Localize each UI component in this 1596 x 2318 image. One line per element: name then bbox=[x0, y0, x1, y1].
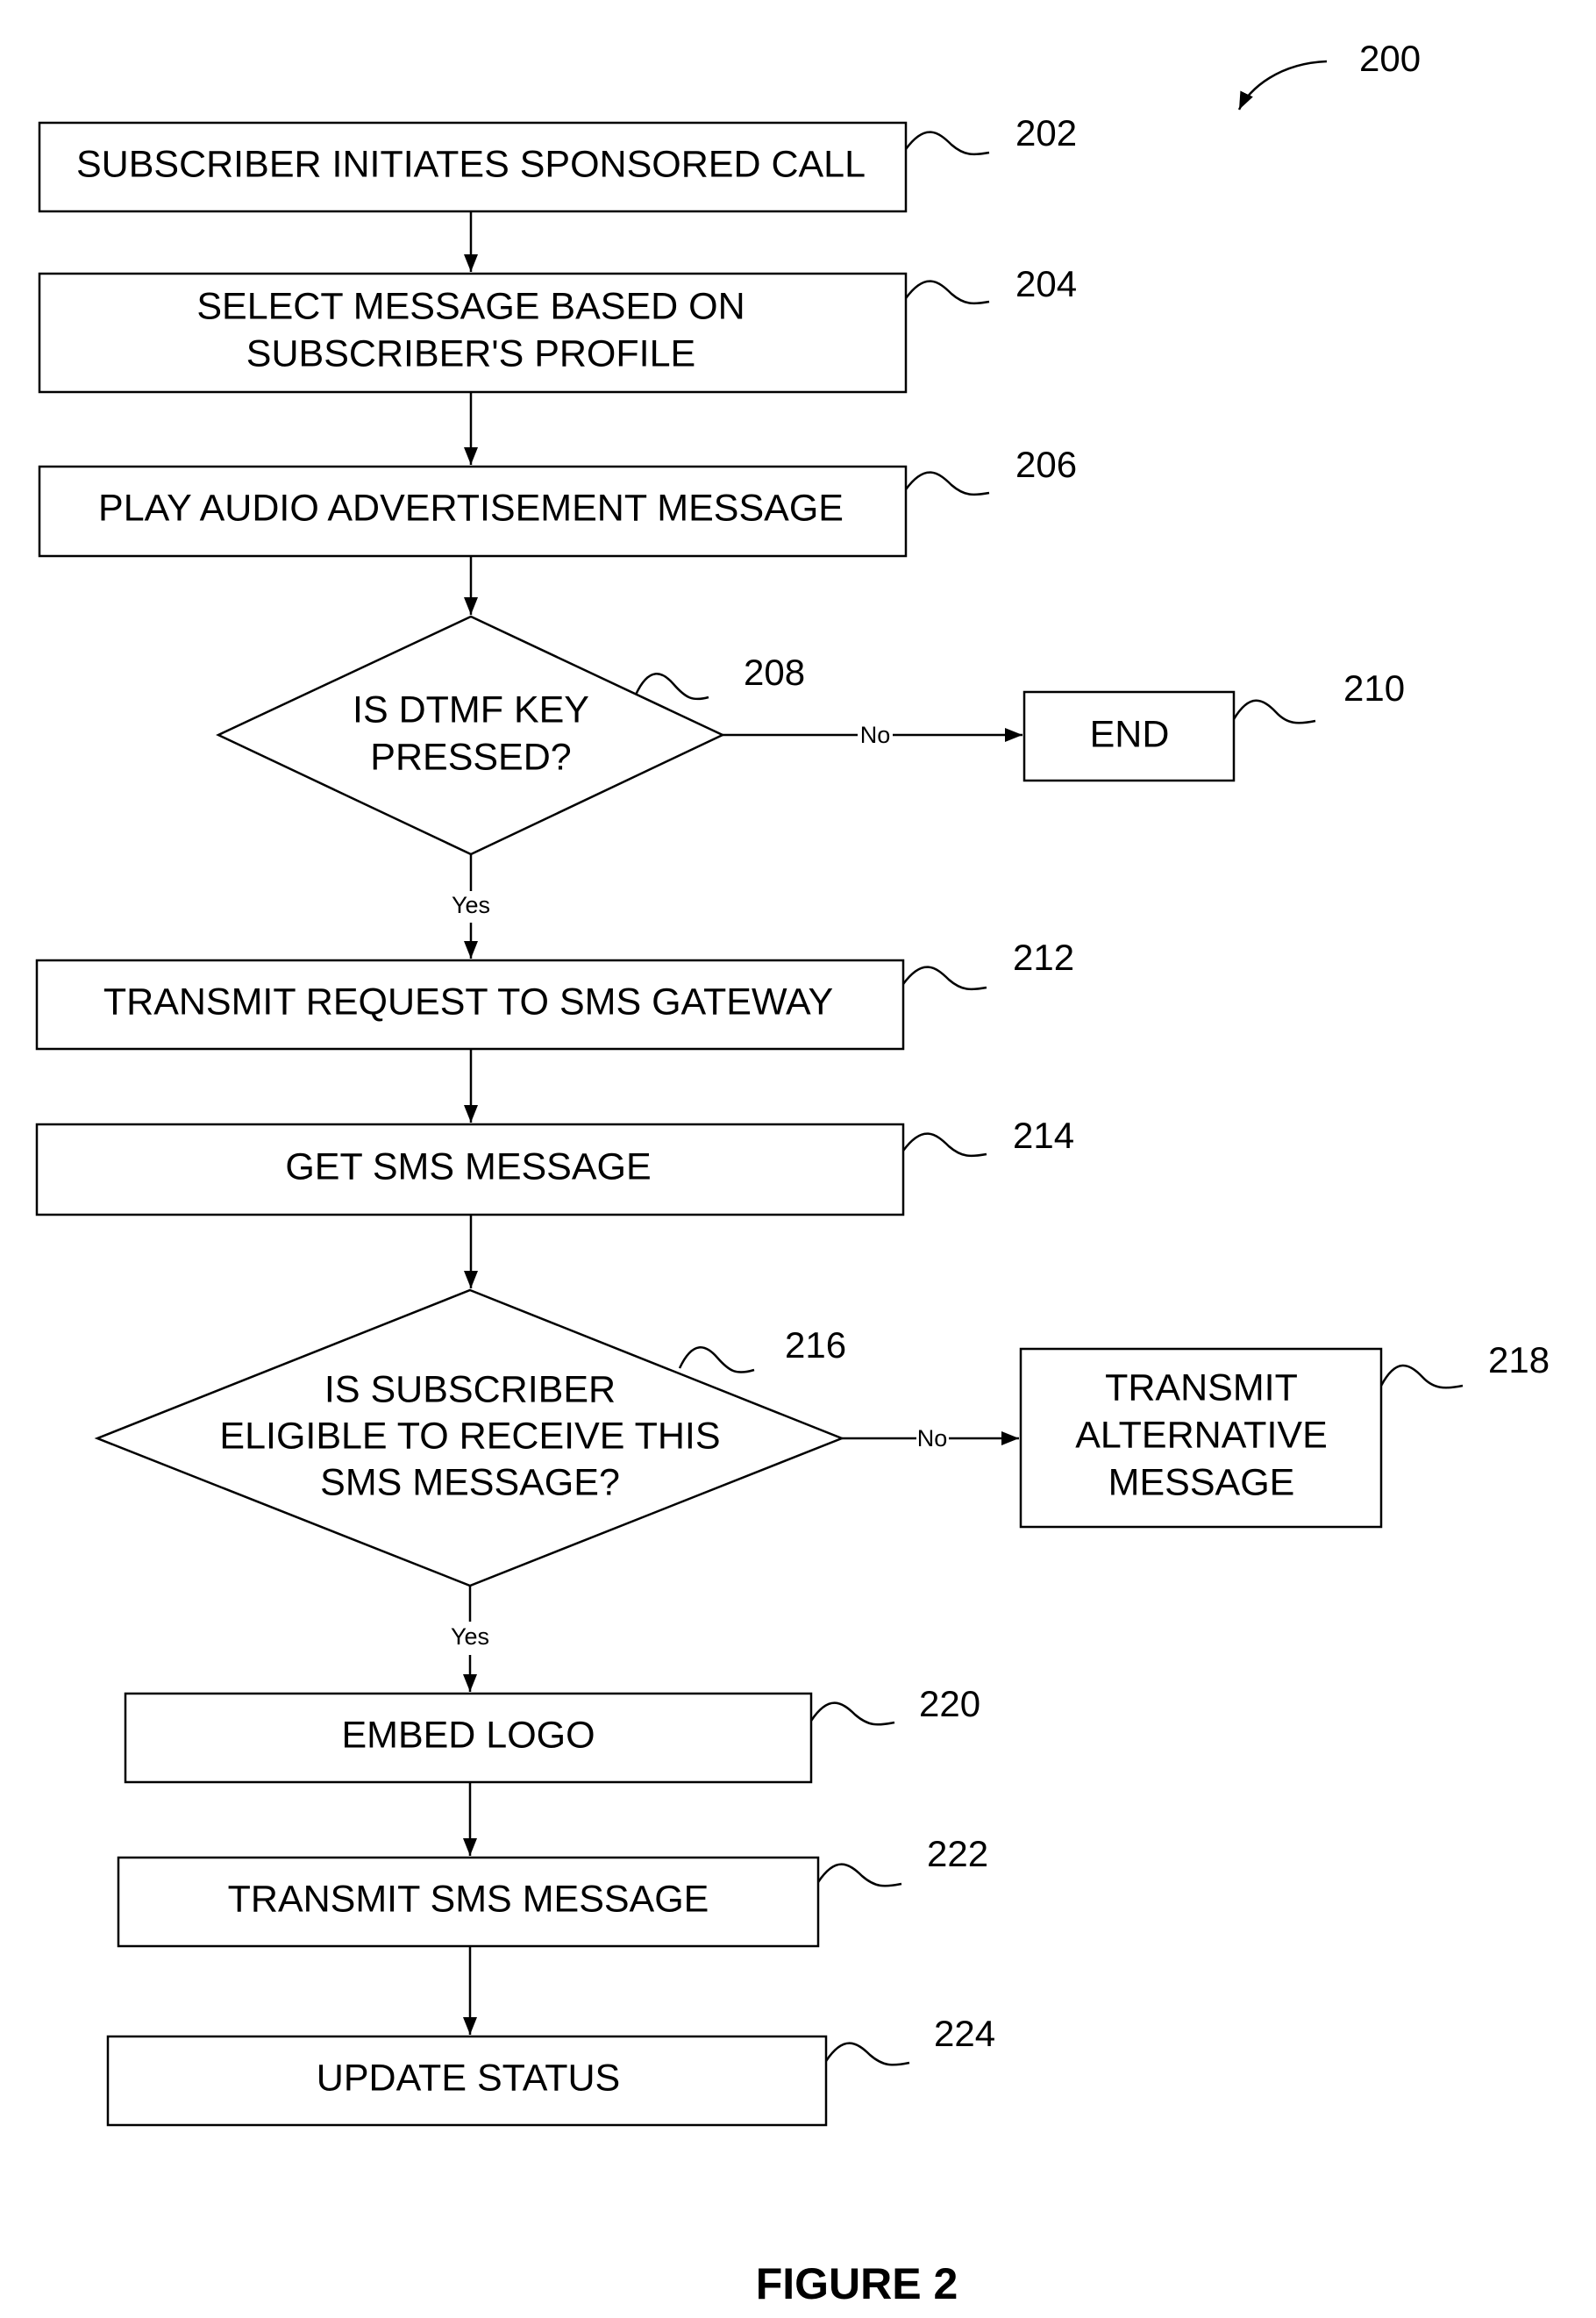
step-220: EMBED LOGO 220 bbox=[124, 1683, 980, 1784]
flowchart: 200 SUBSCRIBER INITIATES SPONSORED CALL … bbox=[35, 38, 1550, 2308]
step-ref: 218 bbox=[1488, 1339, 1550, 1380]
step-206: PLAY AUDIO ADVERTISEMENT MESSAGE 206 bbox=[38, 444, 1077, 558]
step-label: SUBSCRIBER INITIATES SPONSORED CALL bbox=[76, 143, 866, 185]
step-222: TRANSMIT SMS MESSAGE 222 bbox=[117, 1833, 988, 1948]
step-label-line1: SELECT MESSAGE BASED ON bbox=[196, 285, 745, 327]
step-210-end: END 210 bbox=[1022, 667, 1405, 782]
leader-squiggle bbox=[904, 471, 990, 496]
step-ref: 208 bbox=[744, 652, 805, 693]
step-ref: 220 bbox=[919, 1683, 980, 1724]
step-label: TRANSMIT REQUEST TO SMS GATEWAY bbox=[103, 981, 833, 1023]
step-ref: 216 bbox=[785, 1324, 846, 1366]
figure-caption: FIGURE 2 bbox=[756, 2259, 958, 2308]
step-ref: 210 bbox=[1343, 667, 1405, 709]
step-ref: 222 bbox=[927, 1833, 988, 1874]
leader-squiggle bbox=[904, 131, 990, 156]
step-label: TRANSMIT SMS MESSAGE bbox=[228, 1878, 709, 1920]
leader-squiggle bbox=[1379, 1364, 1464, 1389]
leader-squiggle bbox=[824, 2042, 910, 2066]
step-ref: 214 bbox=[1013, 1115, 1074, 1156]
end-label: END bbox=[1090, 713, 1170, 755]
leader-squiggle bbox=[901, 966, 987, 991]
step-label: PLAY AUDIO ADVERTISEMENT MESSAGE bbox=[98, 487, 844, 529]
decision-label-line1: IS DTMF KEY bbox=[353, 688, 589, 731]
decision-216: IS SUBSCRIBER ELIGIBLE TO RECEIVE THIS S… bbox=[94, 1288, 846, 1587]
step-label-line3: MESSAGE bbox=[1108, 1461, 1295, 1503]
step-214: GET SMS MESSAGE 214 bbox=[35, 1115, 1074, 1216]
step-ref: 206 bbox=[1015, 444, 1077, 485]
leader-squiggle bbox=[901, 1132, 987, 1158]
step-label-line2: ALTERNATIVE bbox=[1075, 1414, 1328, 1456]
step-label: EMBED LOGO bbox=[341, 1714, 595, 1756]
decision-label-line1: IS SUBSCRIBER bbox=[324, 1368, 616, 1410]
yes-label-216: Yes bbox=[451, 1623, 489, 1650]
leader-squiggle bbox=[809, 1701, 895, 1726]
step-ref: 212 bbox=[1013, 937, 1074, 978]
step-202: SUBSCRIBER INITIATES SPONSORED CALL 202 bbox=[38, 112, 1077, 213]
decision-label-line2: PRESSED? bbox=[370, 736, 571, 778]
no-label-216: No bbox=[917, 1425, 948, 1451]
step-label: UPDATE STATUS bbox=[317, 2057, 620, 2099]
step-label: GET SMS MESSAGE bbox=[285, 1145, 651, 1188]
step-218: TRANSMIT ALTERNATIVE MESSAGE 218 bbox=[1019, 1339, 1550, 1529]
step-ref: 224 bbox=[934, 2013, 995, 2054]
decision-label-line2: ELIGIBLE TO RECEIVE THIS bbox=[219, 1415, 720, 1457]
step-212: TRANSMIT REQUEST TO SMS GATEWAY 212 bbox=[35, 937, 1074, 1051]
step-224: UPDATE STATUS 224 bbox=[106, 2013, 995, 2127]
step-label-line2: SUBSCRIBER'S PROFILE bbox=[246, 332, 695, 374]
leader-squiggle bbox=[1232, 699, 1316, 724]
decision-208: IS DTMF KEY PRESSED? 208 bbox=[216, 615, 805, 856]
leader-squiggle bbox=[816, 1863, 902, 1887]
no-label-208: No bbox=[860, 722, 891, 748]
figure-ref-200: 200 bbox=[1237, 38, 1421, 111]
yes-label-208: Yes bbox=[452, 892, 490, 918]
step-label-line1: TRANSMIT bbox=[1105, 1366, 1298, 1409]
figure-ref-number: 200 bbox=[1359, 38, 1421, 79]
leader-squiggle bbox=[634, 673, 709, 701]
decision-label-line3: SMS MESSAGE? bbox=[320, 1461, 620, 1503]
step-ref: 202 bbox=[1015, 112, 1077, 153]
step-204: SELECT MESSAGE BASED ON SUBSCRIBER'S PRO… bbox=[38, 263, 1077, 394]
leader-squiggle bbox=[904, 280, 990, 305]
leader-squiggle bbox=[678, 1346, 755, 1373]
step-ref: 204 bbox=[1015, 263, 1077, 304]
curved-arrow-icon bbox=[1237, 60, 1328, 111]
